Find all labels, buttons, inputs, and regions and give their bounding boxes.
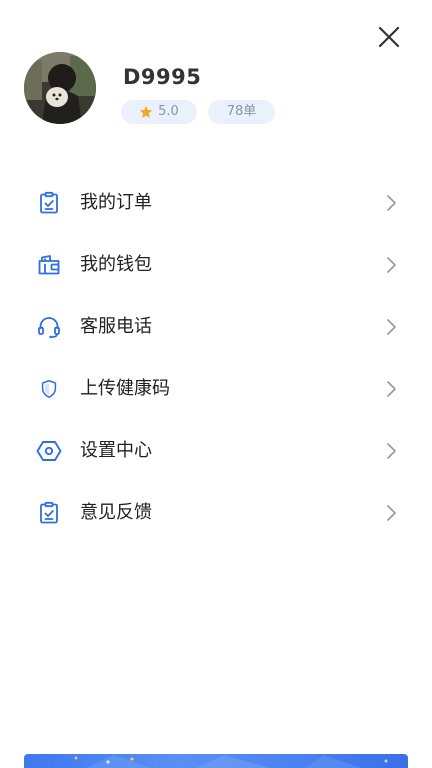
close-button[interactable] bbox=[374, 22, 404, 52]
headset-icon bbox=[36, 314, 62, 340]
chevron-right-icon bbox=[384, 317, 398, 337]
clipboard-check-icon bbox=[36, 500, 62, 526]
bottom-banner[interactable] bbox=[24, 754, 408, 768]
menu-item-label: 设置中心 bbox=[80, 440, 152, 461]
menu-item-label: 意见反馈 bbox=[80, 502, 152, 523]
chevron-right-icon bbox=[384, 193, 398, 213]
menu-item-customer-service[interactable]: 客服电话 bbox=[0, 296, 432, 358]
menu-item-label: 我的钱包 bbox=[80, 254, 152, 275]
settings-hexagon-icon bbox=[36, 438, 62, 464]
chevron-right-icon bbox=[384, 441, 398, 461]
chevron-right-icon bbox=[384, 379, 398, 399]
rating-value: 5.0 bbox=[158, 104, 179, 119]
menu-list: 我的订单 我的钱包 客服电话 上传健康码 设置中心 意见反馈 bbox=[0, 172, 432, 544]
star-icon bbox=[139, 105, 153, 119]
menu-item-upload-health-code[interactable]: 上传健康码 bbox=[0, 358, 432, 420]
clipboard-check-icon bbox=[36, 190, 62, 216]
username: D9995 bbox=[123, 65, 202, 89]
rating-badge: 5.0 bbox=[121, 100, 197, 124]
menu-item-feedback[interactable]: 意见反馈 bbox=[0, 482, 432, 544]
menu-item-my-wallet[interactable]: 我的钱包 bbox=[0, 234, 432, 296]
chevron-right-icon bbox=[384, 503, 398, 523]
menu-item-label: 上传健康码 bbox=[80, 378, 170, 399]
orders-badge: 78单 bbox=[208, 100, 275, 124]
shield-icon bbox=[36, 376, 62, 402]
user-drawer: D9995 5.0 78单 我的订单 我的钱包 客服电话 上传健康码 设置中心 … bbox=[0, 0, 432, 768]
chevron-right-icon bbox=[384, 255, 398, 275]
menu-item-label: 客服电话 bbox=[80, 316, 152, 337]
avatar[interactable] bbox=[24, 52, 96, 124]
menu-item-my-orders[interactable]: 我的订单 bbox=[0, 172, 432, 234]
menu-item-settings-center[interactable]: 设置中心 bbox=[0, 420, 432, 482]
close-icon bbox=[378, 26, 400, 48]
orders-count: 78单 bbox=[226, 104, 257, 119]
wallet-icon bbox=[36, 252, 62, 278]
menu-item-label: 我的订单 bbox=[80, 192, 152, 213]
